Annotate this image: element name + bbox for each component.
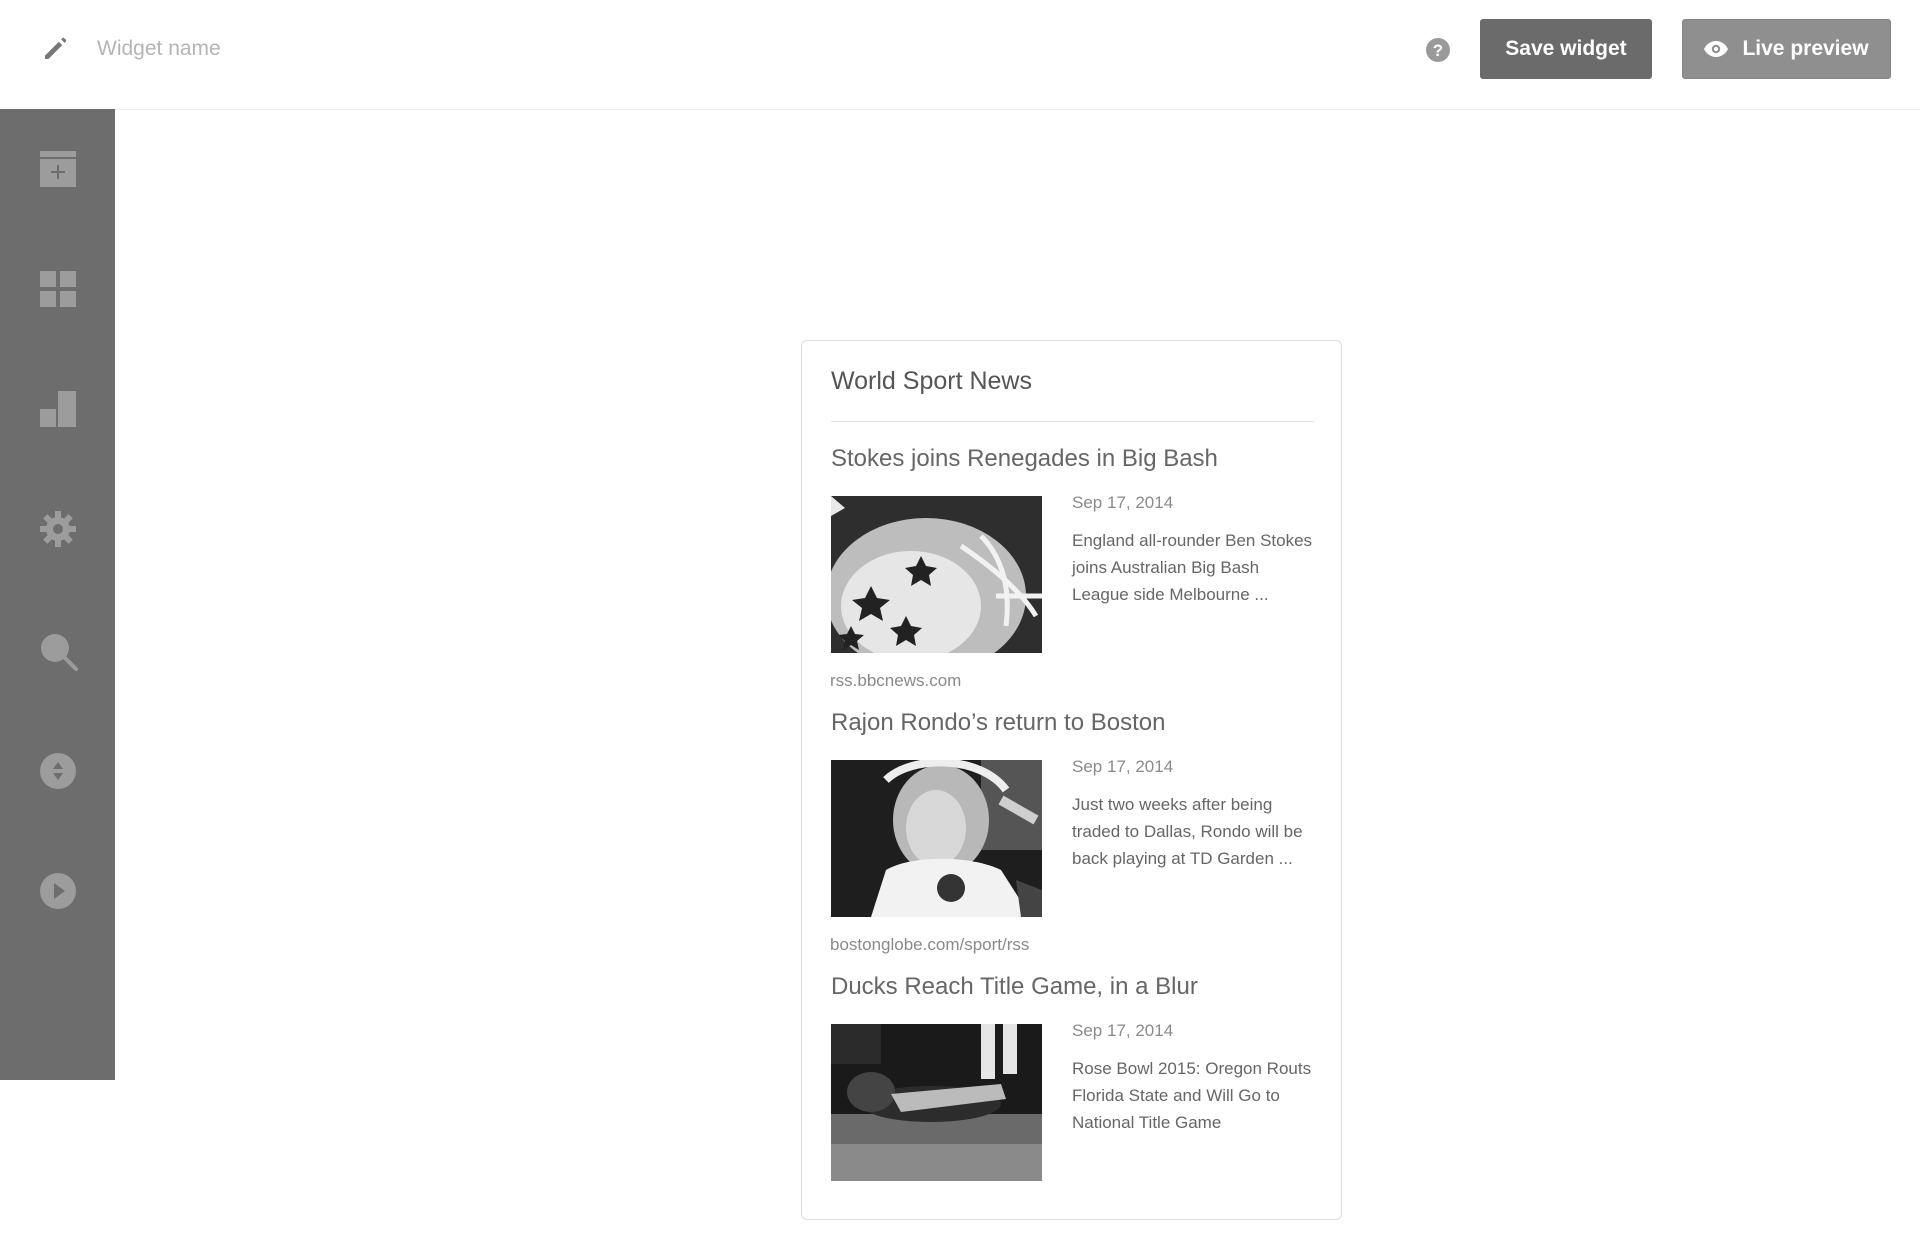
search-icon	[40, 634, 78, 671]
helmet-closeup-photo[interactable]	[831, 496, 1042, 653]
live-preview-button[interactable]: Live preview	[1682, 19, 1891, 79]
news-date: Sep 17, 2014	[1072, 757, 1174, 776]
eye-icon	[1704, 41, 1729, 57]
save-widget-button[interactable]: Save widget	[1480, 19, 1652, 79]
sidebar-item-search[interactable]	[0, 606, 115, 696]
news-date: Sep 17, 2014	[1072, 493, 1174, 512]
news-description: Rose Bowl 2015: Oregon Routs Florida Sta…	[1072, 1059, 1312, 1132]
news-item[interactable]: Rajon Rondo’s return to Boston Sep 17, 2…	[802, 709, 1343, 973]
sidebar	[0, 109, 115, 1080]
gear-icon	[39, 511, 76, 547]
widget-name-input[interactable]	[97, 32, 697, 66]
sidebar-item-settings[interactable]	[0, 484, 115, 574]
sidebar-item-play[interactable]	[0, 846, 115, 936]
news-description: Just two weeks after being traded to Dal…	[1072, 795, 1303, 868]
news-date: Sep 17, 2014	[1072, 1021, 1174, 1040]
news-item[interactable]: Ducks Reach Title Game, in a Blur Sep 17…	[802, 973, 1343, 1237]
widget-title: World Sport News	[831, 367, 1032, 395]
layout-icon	[39, 391, 76, 427]
sort-icon	[39, 753, 76, 789]
sidebar-item-sort[interactable]	[0, 726, 115, 816]
sidebar-item-dashboard[interactable]	[0, 244, 115, 334]
svg-text:?: ?	[1433, 41, 1443, 60]
add-widget-icon	[39, 151, 76, 187]
player-on-field-photo[interactable]	[831, 1024, 1042, 1181]
football-player-smiling-photo[interactable]	[831, 760, 1042, 917]
sidebar-item-add-widget[interactable]	[0, 124, 115, 214]
help-icon[interactable]: ?	[1425, 37, 1451, 63]
news-source[interactable]: bostonglobe.com/sport/rss	[830, 935, 1029, 955]
dashboard-grid-icon	[39, 271, 76, 307]
news-headline[interactable]: Ducks Reach Title Game, in a Blur	[831, 973, 1198, 1001]
widget-canvas: World Sport News Stokes joins Renegades …	[115, 110, 1920, 1220]
pencil-icon[interactable]	[40, 34, 70, 64]
news-source[interactable]: rss.bbcnews.com	[830, 671, 961, 691]
top-bar: ? Save widget Live preview	[0, 0, 1920, 110]
sidebar-item-layout[interactable]	[0, 364, 115, 454]
news-widget: World Sport News Stokes joins Renegades …	[801, 340, 1342, 1220]
play-icon	[39, 873, 76, 909]
divider	[831, 421, 1314, 422]
news-headline[interactable]: Rajon Rondo’s return to Boston	[831, 709, 1165, 737]
news-item[interactable]: Stokes joins Renegades in Big Bash Sep 1…	[802, 445, 1343, 709]
save-widget-label: Save widget	[1505, 37, 1627, 60]
live-preview-label: Live preview	[1742, 37, 1869, 60]
news-description: England all-rounder Ben Stokes joins Aus…	[1072, 531, 1313, 604]
news-headline[interactable]: Stokes joins Renegades in Big Bash	[831, 445, 1218, 473]
